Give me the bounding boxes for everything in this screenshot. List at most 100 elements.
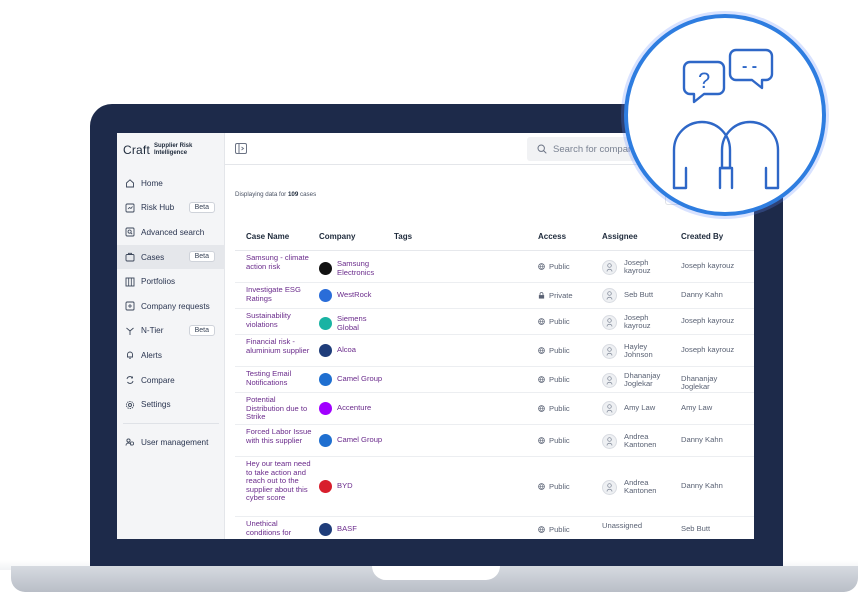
case-name-link[interactable]: Forced Labor Issue with this supplier (246, 427, 312, 445)
access-cell: Public (538, 317, 570, 326)
access-label: Public (549, 525, 570, 534)
question-mark: ? (698, 68, 710, 93)
sidebar-item-cases[interactable]: Cases Beta (117, 244, 225, 270)
company-logo-icon (319, 373, 332, 386)
assignee-cell[interactable]: Amy Law (602, 401, 670, 416)
table-row[interactable]: Investigate ESG Ratings WestRock Private Se… (235, 283, 754, 309)
company-name: Accenture (337, 403, 372, 413)
company-cell[interactable]: BYD (319, 480, 389, 493)
assignee-cell[interactable]: Joseph kayrouz (602, 313, 670, 331)
company-cell[interactable]: Camel Group (319, 373, 389, 386)
panel-toggle-icon[interactable] (235, 143, 247, 154)
company-cell[interactable]: Samsung Electronics (319, 259, 389, 277)
company-cell[interactable]: Siemens Global (319, 314, 389, 332)
sidebar-item-home[interactable]: Home (117, 171, 225, 196)
column-header[interactable]: Case Name (246, 232, 289, 241)
globe-icon (538, 405, 545, 412)
sidebar-item-company-requests[interactable]: Company requests (117, 294, 225, 319)
case-name-link[interactable]: Hey our team need to take action and rea… (246, 459, 312, 503)
brand-tagline-line2: Intelligence (154, 150, 188, 156)
assignee-name: Andrea Kantonen (624, 432, 657, 450)
company-cell[interactable]: Accenture (319, 402, 389, 415)
sidebar-item-label: Alerts (141, 350, 162, 360)
assignee-name: Dhananjay Joglekar (624, 371, 661, 389)
created-by-cell: Joseph kayrouz (681, 261, 735, 270)
table-body: Samsung - climate action risk Samsung Ele… (235, 251, 754, 539)
table-row[interactable]: Potential Distribution due to Strike Acce… (235, 393, 754, 425)
case-name-link[interactable]: Potential Distribution due to Strike (246, 395, 312, 422)
table-row[interactable]: Forced Labor Issue with this supplier Cam… (235, 425, 754, 457)
column-header[interactable]: Created By (681, 232, 723, 241)
sidebar-item-alerts[interactable]: Alerts (117, 343, 225, 368)
n-tier-icon (125, 326, 135, 336)
table-row[interactable]: Hey our team need to take action and rea… (235, 457, 754, 517)
assignee-name: Hayley Johnson (624, 342, 653, 360)
sidebar-item-user-management[interactable]: User management (117, 430, 225, 455)
case-name-link[interactable]: Sustainability violations (246, 311, 312, 329)
sidebar-item-portfolios[interactable]: Portfolios (117, 269, 225, 294)
cases-table: Case Name Company Tags Access Assignee Create… (235, 221, 754, 539)
table-row[interactable]: Unethical conditions for BASF Public Unassi… (235, 517, 754, 539)
case-name-link[interactable]: Testing Email Notifications (246, 369, 312, 387)
access-label: Public (549, 436, 570, 445)
assignee-name: Unassigned (602, 521, 643, 530)
sidebar-item-label: Home (141, 178, 163, 188)
company-name: BYD (337, 481, 353, 491)
created-by-cell: Dhananjay Joglekar (681, 374, 718, 392)
sidebar-item-compare[interactable]: Compare (117, 368, 225, 393)
beta-badge: Beta (188, 201, 215, 213)
access-cell: Public (538, 436, 570, 445)
sidebar: Craft Supplier Risk Intelligence Home Ris… (117, 133, 225, 539)
sidebar-item-label: N-Tier (141, 326, 164, 336)
compare-icon (125, 375, 135, 385)
company-cell[interactable]: Camel Group (319, 434, 389, 447)
column-header[interactable]: Tags (394, 232, 412, 241)
assignee-cell[interactable]: Unassigned (602, 521, 648, 530)
cases-icon (125, 252, 135, 262)
company-cell[interactable]: BASF (319, 523, 389, 536)
brand[interactable]: Craft Supplier Risk Intelligence (123, 139, 208, 161)
access-cell: Public (538, 525, 570, 534)
assignee-cell[interactable]: Hayley Johnson (602, 342, 670, 360)
company-logo-icon (319, 317, 332, 331)
company-cell[interactable]: Alcoa (319, 344, 389, 357)
case-name-link[interactable]: Financial risk - aluminium supplier (246, 337, 312, 355)
globe-icon (538, 318, 545, 325)
company-name: Camel Group (337, 374, 383, 384)
assignee-name: Andrea Kantonen (624, 478, 657, 496)
sidebar-item-label: Company requests (141, 301, 210, 311)
sidebar-nav: Home Risk Hub Beta Advanced search Cases Beta… (117, 171, 225, 455)
column-header[interactable]: Company (319, 232, 355, 241)
table-header: Case Name Company Tags Access Assignee Create… (235, 221, 754, 251)
assignee-cell[interactable]: Andrea Kantonen (602, 432, 670, 450)
sidebar-item-n-tier[interactable]: N-Tier Beta (117, 319, 225, 344)
sidebar-divider (123, 422, 219, 424)
table-row[interactable]: Sustainability violations Siemens Global P… (235, 309, 754, 335)
column-header[interactable]: Assignee (602, 232, 638, 241)
risk-hub-icon (125, 203, 135, 213)
table-row[interactable]: Financial risk - aluminium supplier Alcoa… (235, 335, 754, 367)
company-name: BASF (337, 524, 357, 534)
case-name-link[interactable]: Investigate ESG Ratings (246, 285, 312, 303)
assignee-cell[interactable]: Dhananjay Joglekar (602, 371, 670, 389)
sidebar-item-risk-hub[interactable]: Risk Hub Beta (117, 196, 225, 221)
company-logo-icon (319, 480, 332, 493)
table-row[interactable]: Testing Email Notifications Camel Group Pu… (235, 367, 754, 393)
assignee-cell[interactable]: Seb Butt (602, 288, 670, 303)
created-by-cell: Amy Law (681, 403, 713, 412)
assignee-cell[interactable]: Andrea Kantonen (602, 478, 670, 496)
access-label: Public (549, 482, 570, 491)
sidebar-item-settings[interactable]: Settings (117, 392, 225, 417)
sidebar-item-advanced-search[interactable]: Advanced search (117, 220, 225, 245)
chat-illustration: ? - - (624, 14, 826, 216)
access-cell: Public (538, 482, 570, 491)
case-name-link[interactable]: Unethical conditions for (246, 519, 312, 537)
created-by-cell: Danny Kahn (681, 290, 723, 299)
company-cell[interactable]: WestRock (319, 289, 389, 302)
table-row[interactable]: Samsung - climate action risk Samsung Ele… (235, 251, 754, 283)
column-header[interactable]: Access (538, 232, 566, 241)
assignee-cell[interactable]: Joseph kayrouz (602, 258, 670, 276)
case-name-link[interactable]: Samsung - climate action risk (246, 253, 312, 271)
avatar (602, 343, 617, 359)
access-label: Public (549, 404, 570, 413)
